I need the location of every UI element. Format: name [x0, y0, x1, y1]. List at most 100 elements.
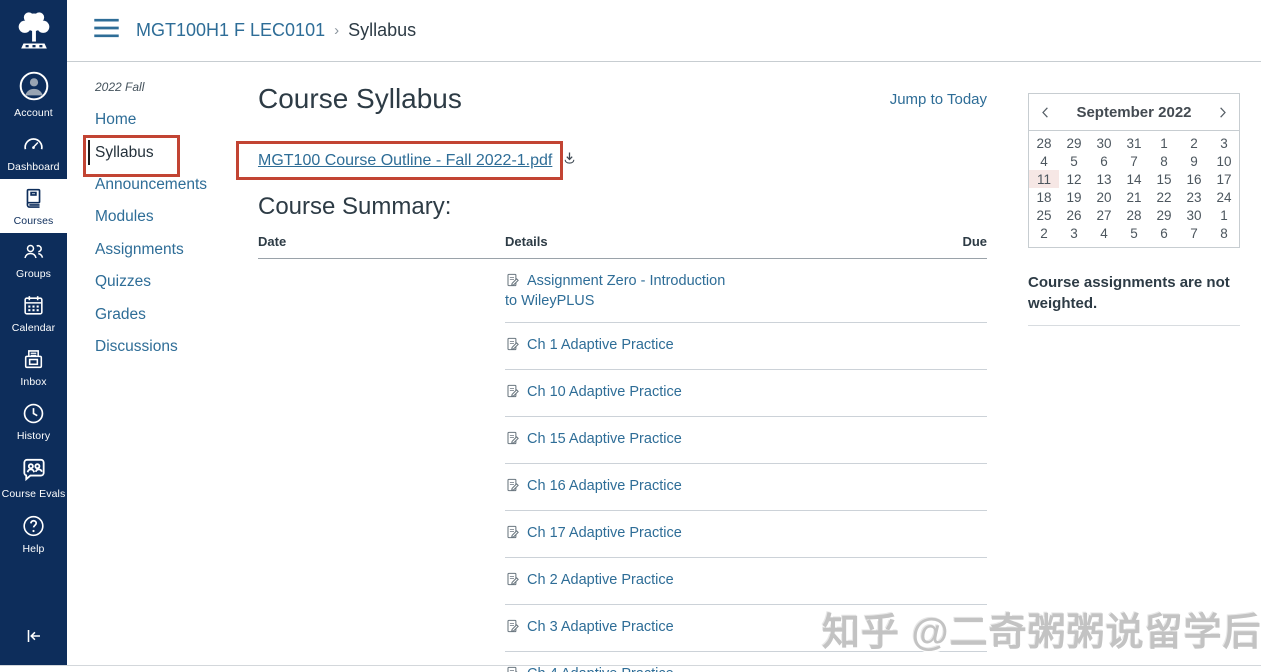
calendar-day[interactable]: 30 [1089, 134, 1119, 152]
calendar-day[interactable]: 29 [1149, 206, 1179, 224]
calendar-day-today[interactable]: 11 [1029, 170, 1059, 188]
assignment-link[interactable]: Ch 16 Adaptive Practice [527, 478, 682, 494]
date-cell [258, 323, 505, 370]
assignment-link[interactable]: Ch 15 Adaptive Practice [527, 431, 682, 447]
course-nav-syllabus[interactable]: Syllabus [95, 136, 240, 168]
sidebar-item-account[interactable]: Account [0, 62, 67, 125]
calendar-day[interactable]: 15 [1149, 170, 1179, 188]
calendar-day[interactable]: 31 [1119, 134, 1149, 152]
calendar-day[interactable]: 19 [1059, 188, 1089, 206]
calendar-prev-button[interactable] [1038, 105, 1053, 120]
calendar-day[interactable]: 13 [1089, 170, 1119, 188]
sidebar-item-calendar[interactable]: Calendar [0, 286, 67, 340]
column-header-date: Date [258, 234, 505, 259]
assignment-link[interactable]: Ch 3 Adaptive Practice [527, 619, 674, 635]
assignment-link[interactable]: Assignment Zero - Introduction to WileyP… [505, 273, 725, 309]
details-cell: Ch 15 Adaptive Practice [505, 417, 737, 464]
assignments-weight-note: Course assignments are not weighted. [1028, 272, 1240, 326]
table-row: Ch 10 Adaptive Practice [258, 370, 987, 417]
due-cell [737, 511, 987, 558]
assignment-link[interactable]: Ch 2 Adaptive Practice [527, 572, 674, 588]
calendar-day[interactable]: 5 [1059, 152, 1089, 170]
sidebar-item-label: Course Evals [2, 488, 66, 500]
calendar-day[interactable]: 1 [1149, 134, 1179, 152]
course-nav-modules[interactable]: Modules [95, 201, 240, 233]
calendar-day[interactable]: 3 [1059, 224, 1089, 242]
calendar-day[interactable]: 21 [1119, 188, 1149, 206]
calendar-day[interactable]: 4 [1029, 152, 1059, 170]
calendar-day[interactable]: 7 [1119, 152, 1149, 170]
calendar-grid: 28 29 30 31 1 2 3 4 5 6 7 8 9 [1029, 134, 1239, 242]
calendar-day[interactable]: 7 [1179, 224, 1209, 242]
calendar-day[interactable]: 26 [1059, 206, 1089, 224]
calendar-day[interactable]: 1 [1209, 206, 1239, 224]
institution-logo[interactable] [0, 0, 67, 62]
sidebar-item-label: Dashboard [7, 161, 59, 173]
jump-to-today-link[interactable]: Jump to Today [787, 91, 987, 108]
calendar-day[interactable]: 16 [1179, 170, 1209, 188]
details-cell: Ch 1 Adaptive Practice [505, 323, 737, 370]
sidebar-item-help[interactable]: Help [0, 506, 67, 561]
calendar-day[interactable]: 17 [1209, 170, 1239, 188]
calendar-day[interactable]: 14 [1119, 170, 1149, 188]
details-cell: Ch 3 Adaptive Practice [505, 605, 737, 652]
course-nav-grades[interactable]: Grades [95, 298, 240, 330]
table-row: Ch 2 Adaptive Practice [258, 558, 987, 605]
syllabus-file-link[interactable]: MGT100 Course Outline - Fall 2022-1.pdf [258, 152, 552, 170]
sidebar-item-groups[interactable]: Groups [0, 233, 67, 286]
sidebar-item-history[interactable]: History [0, 394, 67, 448]
calendar-day[interactable]: 5 [1119, 224, 1149, 242]
calendar-day[interactable]: 8 [1149, 152, 1179, 170]
details-cell: Ch 2 Adaptive Practice [505, 558, 737, 605]
hamburger-menu-icon[interactable] [93, 18, 120, 43]
course-nav-assignments[interactable]: Assignments [95, 234, 240, 266]
download-icon[interactable] [561, 150, 578, 172]
calendar-day[interactable]: 2 [1029, 224, 1059, 242]
breadcrumb-separator: › [334, 22, 339, 39]
calendar-day[interactable]: 24 [1209, 188, 1239, 206]
sidebar-item-label: Help [23, 543, 45, 555]
calendar-day[interactable]: 30 [1179, 206, 1209, 224]
course-nav-discussions[interactable]: Discussions [95, 331, 240, 363]
calendar-day[interactable]: 25 [1029, 206, 1059, 224]
calendar-day[interactable]: 20 [1089, 188, 1119, 206]
calendar-day[interactable]: 6 [1149, 224, 1179, 242]
calendar-day[interactable]: 4 [1089, 224, 1119, 242]
course-nav-home[interactable]: Home [95, 104, 240, 136]
details-cell: Assignment Zero - Introduction to WileyP… [505, 259, 737, 323]
calendar-day[interactable]: 12 [1059, 170, 1089, 188]
assignment-link[interactable]: Ch 10 Adaptive Practice [527, 384, 682, 400]
calendar-day[interactable]: 28 [1029, 134, 1059, 152]
calendar-day[interactable]: 3 [1209, 134, 1239, 152]
sidebar-item-course-evals[interactable]: Course Evals [0, 448, 67, 506]
assignment-icon [505, 434, 520, 450]
calendar-day[interactable]: 10 [1209, 152, 1239, 170]
calendar-day[interactable]: 6 [1089, 152, 1119, 170]
breadcrumb-course-link[interactable]: MGT100H1 F LEC0101 [136, 20, 325, 41]
date-cell [258, 652, 505, 672]
course-nav-quizzes[interactable]: Quizzes [95, 266, 240, 298]
collapse-nav-button[interactable] [0, 617, 67, 655]
calendar-day[interactable]: 2 [1179, 134, 1209, 152]
calendar-day[interactable]: 28 [1119, 206, 1149, 224]
due-cell [737, 417, 987, 464]
sidebar-item-courses[interactable]: Courses [0, 179, 67, 233]
sidebar-item-dashboard[interactable]: Dashboard [0, 125, 67, 179]
calendar-day[interactable]: 23 [1179, 188, 1209, 206]
calendar-day[interactable]: 22 [1149, 188, 1179, 206]
calendar-day[interactable]: 18 [1029, 188, 1059, 206]
assignment-link[interactable]: Ch 17 Adaptive Practice [527, 525, 682, 541]
calendar-next-button[interactable] [1215, 105, 1230, 120]
breadcrumb: MGT100H1 F LEC0101 › Syllabus [136, 20, 416, 41]
calendar-day[interactable]: 29 [1059, 134, 1089, 152]
assignment-link[interactable]: Ch 4 Adaptive Practice [527, 666, 674, 672]
help-icon [20, 513, 47, 539]
sidebar-item-inbox[interactable]: Inbox [0, 340, 67, 394]
calendar-month-title: September 2022 [1076, 104, 1191, 121]
assignment-icon [505, 481, 520, 497]
calendar-day[interactable]: 27 [1089, 206, 1119, 224]
calendar-day[interactable]: 9 [1179, 152, 1209, 170]
assignment-link[interactable]: Ch 1 Adaptive Practice [527, 337, 674, 353]
calendar-day[interactable]: 8 [1209, 224, 1239, 242]
course-nav-announcements[interactable]: Announcements [95, 169, 240, 201]
